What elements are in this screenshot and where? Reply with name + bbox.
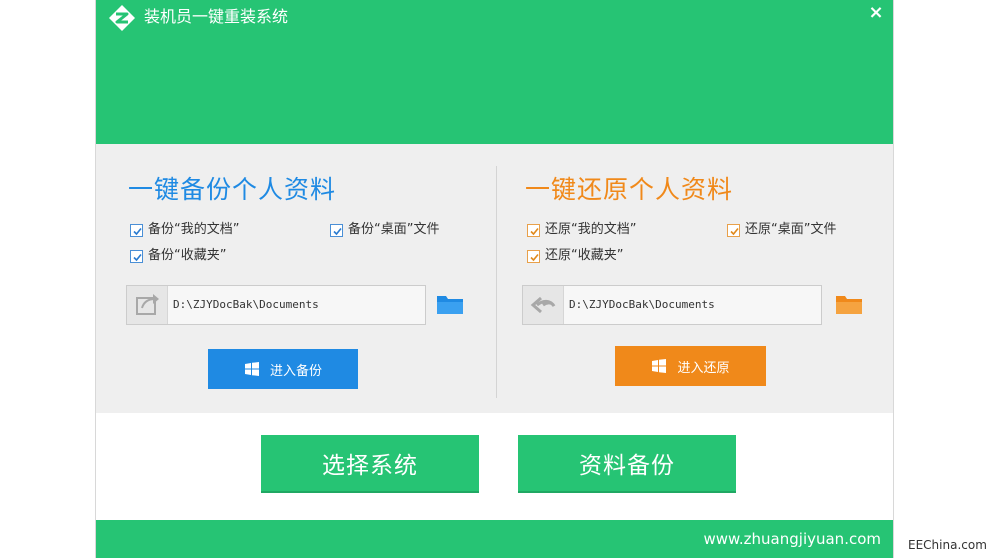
restore-desktop-checkbox[interactable]: 还原“桌面”文件	[727, 222, 836, 238]
checkbox-label: 还原“桌面”文件	[745, 222, 837, 237]
checkmark-icon[interactable]	[527, 223, 540, 237]
checkmark-icon[interactable]	[330, 223, 343, 237]
enter-restore-label: 进入还原	[677, 360, 730, 376]
backup-documents-checkbox[interactable]: 备份“我的文档”	[130, 222, 239, 238]
checkbox-label: 备份“收藏夹”	[148, 248, 227, 263]
checkmark-icon[interactable]	[727, 223, 740, 237]
checkbox-label: 备份“我的文档”	[148, 222, 240, 237]
windows-logo-icon	[652, 359, 667, 373]
enter-backup-label: 进入备份	[269, 363, 322, 379]
folder-icon[interactable]	[436, 292, 464, 316]
zhuangjiyuan-logo-icon	[109, 5, 135, 31]
app-window: 装机员一键重装系统 × 一键备份个人资料 备份“我的文档” 备份“桌面”文件 备…	[95, 0, 894, 558]
restore-path-field[interactable]: D:\ZJYDocBak\Documents	[522, 285, 822, 325]
windows-logo-icon	[244, 362, 259, 376]
website-link[interactable]: www.zhuangjiyuan.com	[703, 529, 881, 549]
checkbox-label: 还原“收藏夹”	[545, 248, 624, 263]
restore-path-text: D:\ZJYDocBak\Documents	[569, 298, 715, 311]
checkmark-icon[interactable]	[130, 223, 143, 237]
restore-documents-checkbox[interactable]: 还原“我的文档”	[527, 222, 636, 238]
backup-path-text: D:\ZJYDocBak\Documents	[173, 298, 319, 311]
select-system-button[interactable]: 选择系统	[261, 435, 479, 493]
share-arrow-icon	[127, 286, 168, 324]
enter-restore-button[interactable]: 进入还原	[615, 346, 766, 386]
backup-section: 一键备份个人资料 备份“我的文档” 备份“桌面”文件 备份“收藏夹” D:\ZJ…	[96, 144, 496, 413]
checkmark-icon[interactable]	[130, 249, 143, 263]
checkbox-label: 备份“桌面”文件	[348, 222, 440, 237]
checkbox-label: 还原“我的文档”	[545, 222, 637, 237]
close-icon[interactable]: ×	[865, 2, 887, 24]
restore-title: 一键还原个人资料	[525, 175, 734, 204]
title-bar[interactable]: 装机员一键重装系统 ×	[96, 0, 893, 144]
window-title: 装机员一键重装系统	[144, 7, 289, 26]
footer-bar: www.zhuangjiyuan.com	[96, 520, 893, 558]
backup-path-field[interactable]: D:\ZJYDocBak\Documents	[126, 285, 426, 325]
folder-icon[interactable]	[835, 292, 863, 316]
backup-desktop-checkbox[interactable]: 备份“桌面”文件	[330, 222, 439, 238]
watermark-text: EEChina.com	[908, 538, 987, 552]
data-backup-button[interactable]: 资料备份	[518, 435, 736, 493]
checkmark-icon[interactable]	[527, 249, 540, 263]
backup-title: 一键备份个人资料	[128, 175, 337, 204]
backup-restore-panel: 一键备份个人资料 备份“我的文档” 备份“桌面”文件 备份“收藏夹” D:\ZJ…	[96, 144, 893, 413]
backup-favorites-checkbox[interactable]: 备份“收藏夹”	[130, 248, 226, 264]
enter-backup-button[interactable]: 进入备份	[208, 349, 358, 389]
restore-section: 一键还原个人资料 还原“我的文档” 还原“桌面”文件 还原“收藏夹” D:\ZJ…	[497, 144, 893, 413]
restore-favorites-checkbox[interactable]: 还原“收藏夹”	[527, 248, 623, 264]
double-left-arrow-icon	[523, 286, 564, 324]
